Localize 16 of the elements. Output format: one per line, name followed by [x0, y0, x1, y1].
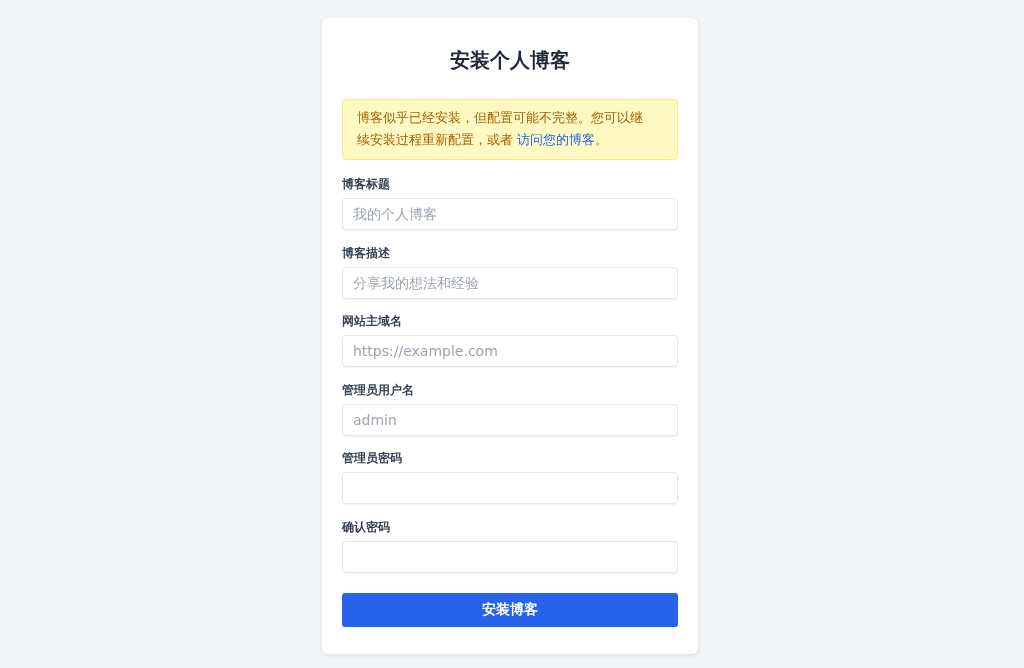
field-label: 确认密码	[342, 518, 390, 535]
page-title: 安装个人博客	[449, 47, 571, 74]
text-input[interactable]: admin	[342, 403, 678, 436]
visit-blog-link[interactable]: 访问您的博客	[517, 132, 596, 147]
field-label: 管理员密码	[342, 450, 402, 466]
field-label: 网站主域名	[342, 313, 402, 329]
text-input[interactable]: 分享我的想法和经验	[342, 266, 678, 299]
field-label: 管理员用户名	[342, 381, 414, 398]
install-button[interactable]: 安装博客	[342, 593, 678, 627]
warning-message: 博客似乎已经安装，但配置可能不完整。您可以继续安装过程重新配置，或者 访问您的博客。	[342, 99, 678, 160]
text-input[interactable]: 我的个人博客	[342, 198, 678, 230]
text-input[interactable]: https://example.com	[342, 335, 678, 367]
text-input[interactable]	[342, 472, 678, 504]
text-input[interactable]	[342, 540, 678, 573]
field-label: 博客标题	[342, 176, 390, 192]
field-label: 博客描述	[342, 244, 390, 261]
